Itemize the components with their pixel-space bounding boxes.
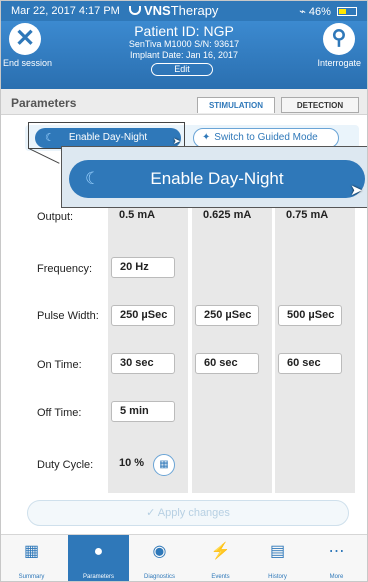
tab-detection[interactable]: DETECTION [281,97,359,113]
guided-mode-label: Switch to Guided Mode [214,132,318,143]
nav-history[interactable]: ▤ History [247,535,308,581]
brand-logo-icon [129,6,141,15]
pulse-width-value-1[interactable]: 250 µSec [111,305,175,326]
program-column-2 [192,193,272,493]
zoomed-day-night-label: Enable Day-Night [150,169,284,188]
output-value-2[interactable]: 0.625 mA [195,206,273,227]
guided-mode-button[interactable]: ✦ Switch to Guided Mode [193,128,339,148]
nav-events[interactable]: ⚡ Events [190,535,251,581]
duty-cycle-value: 10 % [119,457,145,469]
nav-diagnostics[interactable]: ◉ Diagnostics [129,535,190,581]
summary-icon: ▦ [23,543,40,560]
events-icon: ⚡ [210,543,231,560]
output-value-3[interactable]: 0.75 mA [278,206,342,227]
wifi-icon: ⌁ [299,6,306,18]
output-value-1[interactable]: 0.5 mA [111,206,175,227]
apply-changes-label: Apply changes [157,507,230,519]
nav-more[interactable]: ⋯ More [306,535,367,581]
brand-logo: VNSTherapy [129,3,218,18]
check-icon: ✓ [146,507,156,519]
app-frame: Mar 22, 2017 4:17 PM VNSTherapy ⌁ 46% ✕ … [0,0,368,582]
off-time-value-1[interactable]: 5 min [111,401,175,422]
battery-indicator: ⌁ 46% [299,5,357,18]
pulse-width-value-3[interactable]: 500 µSec [278,305,342,326]
wand-icon: ⚲ [323,23,355,55]
on-time-value-2[interactable]: 60 sec [195,353,259,374]
frequency-value-1[interactable]: 20 Hz [111,257,175,278]
on-time-label: On Time: [37,359,82,371]
battery-icon [337,7,357,16]
on-time-value-1[interactable]: 30 sec [111,353,175,374]
apply-changes-button[interactable]: ✓ Apply changes [27,500,349,526]
parameters-icon: ● [93,543,104,560]
bottom-nav: ▦ Summary ● Parameters ◉ Diagnostics ⚡ E… [1,534,367,581]
cursor-icon: ➤ [350,182,363,199]
moon-icon: ☾ [85,169,101,188]
edit-button[interactable]: Edit [151,63,213,76]
pulse-width-value-2[interactable]: 250 µSec [195,305,259,326]
calendar-icon[interactable]: ▦ [153,454,175,476]
tab-stimulation[interactable]: STIMULATION [197,97,275,113]
nav-summary[interactable]: ▦ Summary [1,535,62,581]
nav-parameters[interactable]: ● Parameters [68,535,129,581]
duty-cycle-label: Duty Cycle: [37,459,94,471]
battery-percent: 46% [308,6,331,18]
history-icon: ▤ [269,543,286,560]
more-icon: ⋯ [328,543,345,560]
interrogate-label: Interrogate [317,58,361,68]
highlight-box [28,122,185,149]
interrogate-button[interactable]: ⚲ Interrogate [301,23,361,68]
off-time-label: Off Time: [37,407,82,419]
zoomed-day-night-button: ☾ Enable Day-Night [69,160,365,198]
on-time-value-3[interactable]: 60 sec [278,353,342,374]
program-column-3 [275,193,355,493]
diagnostics-icon: ◉ [152,543,167,560]
output-label: Output: [37,211,74,223]
patient-header: ✕ End session Patient ID: NGP SenTiva M1… [1,21,367,89]
sparkle-icon: ✦ [202,132,211,143]
status-bar: Mar 22, 2017 4:17 PM VNSTherapy ⌁ 46% [1,1,367,21]
pulse-width-label: Pulse Width: [37,310,99,322]
parameters-tabbar: Parameters STIMULATION DETECTION [1,89,367,115]
status-time: Mar 22, 2017 4:17 PM [11,5,120,17]
program-column-1 [108,193,188,493]
frequency-label: Frequency: [37,263,93,275]
section-title: Parameters [11,96,77,110]
